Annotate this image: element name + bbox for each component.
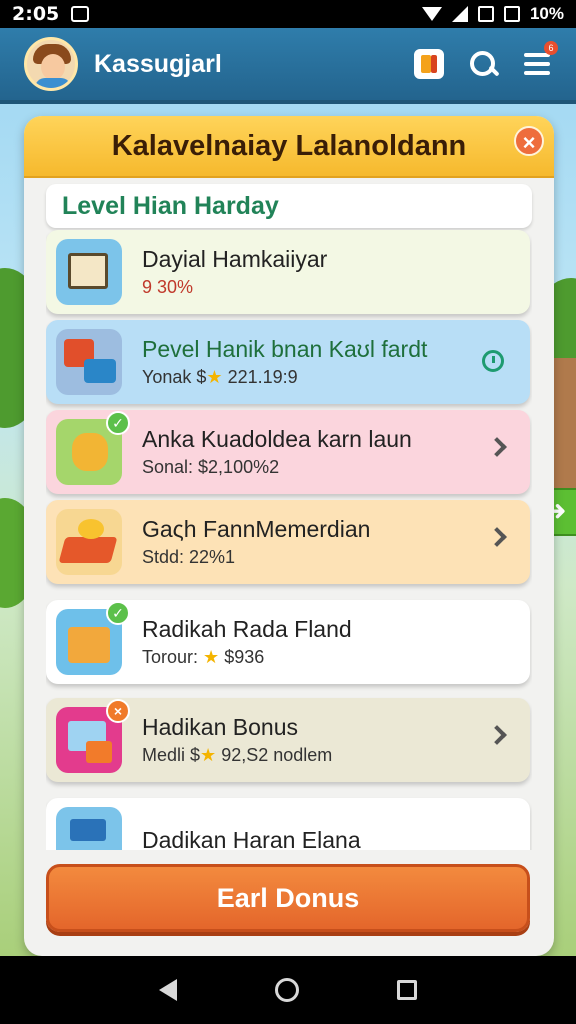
item-text: Gaςh FannMemerdian Stdd: 22%1 — [142, 516, 530, 568]
document-icon — [56, 239, 122, 305]
list-item[interactable]: ✓ Radikah Rada Fland Torour: ★ $936 — [46, 600, 530, 684]
item-name: Gaςh FannMemerdian — [142, 516, 371, 542]
item-text: Dayial Hamkaiiyar 9 30% — [142, 246, 530, 298]
menu-icon[interactable]: 6 — [522, 41, 558, 79]
gold-bar — [58, 537, 118, 563]
battery-percent: 10% — [529, 4, 564, 23]
bonus-gift — [86, 741, 112, 763]
item-name: Pevel Hanik bnan Kaʊl fardt — [142, 336, 428, 362]
star-icon: ★ — [200, 745, 217, 765]
status-icons: 10% — [421, 4, 564, 24]
item-text: Pevel Hanik bnan Kaʊl fardt Yonak $★ 221… — [142, 336, 530, 388]
section-header: Level Hian Harday — [46, 184, 532, 228]
check-badge-icon: ✓ — [106, 601, 130, 625]
item-name: Dadikan Haran Elana — [142, 826, 361, 851]
package-icon: ✓ — [56, 601, 130, 675]
close-button[interactable]: × — [514, 126, 544, 156]
check-badge-icon: ✓ — [106, 411, 130, 435]
sim-icon — [477, 6, 494, 22]
avatar-shirt — [35, 78, 71, 88]
earn-bonus-label: Earl Donus — [216, 882, 360, 913]
home-icon[interactable] — [275, 978, 299, 1002]
document-sheet — [68, 253, 108, 289]
menu-line — [524, 71, 550, 75]
avatar[interactable] — [24, 37, 78, 91]
item-sub-prefix: Yonak $ — [142, 367, 207, 387]
section-title: Level Hian Harday — [62, 191, 279, 220]
item-sub: Stdd: 22%1 — [142, 547, 236, 567]
x-badge-icon: × — [106, 699, 130, 723]
card-icon — [56, 807, 122, 850]
avatar-face — [41, 54, 65, 80]
status-bar: 2:05 10% — [0, 0, 576, 28]
app-title: Kassugjarl — [94, 49, 222, 78]
lion-body — [72, 433, 108, 471]
gold-bar-icon — [56, 509, 122, 575]
item-sub-prefix: Medli $ — [142, 745, 201, 765]
item-name: Radikah Rada Fland — [142, 616, 352, 642]
list-item[interactable]: ✓ Anka Kuadoldea karn laun Sonal: $2,100… — [46, 410, 530, 494]
bonus-gift-icon: × — [56, 699, 130, 773]
list-item[interactable]: × Hadikan Bonus Medli $★ 92,S2 nodlem — [46, 698, 530, 782]
gift-blue — [84, 359, 116, 383]
lion-toy-icon: ✓ — [56, 411, 130, 485]
item-sub: 9 30% — [142, 277, 194, 297]
item-sub-prefix: Torour: — [142, 647, 204, 667]
menu-badge: 6 — [544, 41, 558, 55]
panel-title: Kalavelnaiay Lalanoldann — [111, 129, 467, 162]
recent-apps-icon[interactable] — [397, 980, 417, 1000]
menu-line — [524, 62, 550, 66]
item-sub: Sonal: $2,100%2 — [142, 457, 280, 477]
item-name: Hadikan Bonus — [142, 714, 298, 740]
app-bar: Kassugjarl 6 — [0, 28, 576, 104]
rewards-panel: Kalavelnaiay Lalanoldann × Level Hian Ha… — [24, 116, 554, 956]
item-text: Radikah Rada Fland Torour: ★ $936 — [142, 616, 530, 668]
item-sub: Yonak $★ 221.19:9 — [142, 367, 530, 388]
signal-icon — [451, 6, 468, 22]
list-item[interactable]: Pevel Hanik bnan Kaʊl fardt Yonak $★ 221… — [46, 320, 530, 404]
item-sub-value: $936 — [224, 647, 265, 667]
star-icon: ★ — [203, 647, 220, 667]
search-icon[interactable] — [468, 49, 498, 79]
wifi-icon — [421, 7, 442, 21]
item-sub: Medli $★ 92,S2 nodlem — [142, 745, 530, 766]
item-text: Anka Kuadoldea karn laun Sonal: $2,100%2 — [142, 426, 530, 478]
item-sub-value: 92,S2 nodlem — [221, 745, 333, 765]
back-icon[interactable] — [159, 979, 177, 1001]
status-time: 2:05 — [12, 3, 60, 25]
earn-bonus-button[interactable]: Earl Donus — [46, 864, 530, 932]
toolbar-icons: 6 — [414, 41, 558, 79]
notification-icon — [71, 6, 90, 22]
system-nav-bar — [0, 956, 576, 1024]
item-sub-value: 221.19:9 — [227, 367, 298, 387]
gold-coin — [78, 519, 104, 539]
gift-box-icon — [56, 329, 122, 395]
panel-header: Kalavelnaiay Lalanoldann — [24, 116, 554, 178]
battery-icon — [503, 6, 520, 22]
package-box — [68, 627, 110, 663]
book-icon[interactable] — [414, 49, 444, 79]
list-item[interactable]: Dayial Hamkaiiyar 9 30% — [46, 230, 530, 314]
reward-list: Dayial Hamkaiiyar 9 30% Pevel Hanik bnan… — [46, 230, 532, 850]
item-name: Anka Kuadoldea karn laun — [142, 426, 412, 452]
item-text: Dadikan Haran Elana — [142, 827, 530, 851]
star-icon: ★ — [206, 367, 223, 387]
list-item[interactable]: Gaςh FannMemerdian Stdd: 22%1 — [46, 500, 530, 584]
timer-icon — [482, 350, 504, 372]
item-text: Hadikan Bonus Medli $★ 92,S2 nodlem — [142, 714, 530, 766]
item-sub: Torour: ★ $936 — [142, 647, 530, 668]
card-sheet — [70, 819, 106, 841]
item-name: Dayial Hamkaiiyar — [142, 246, 328, 272]
list-item[interactable]: Dadikan Haran Elana — [46, 798, 530, 850]
